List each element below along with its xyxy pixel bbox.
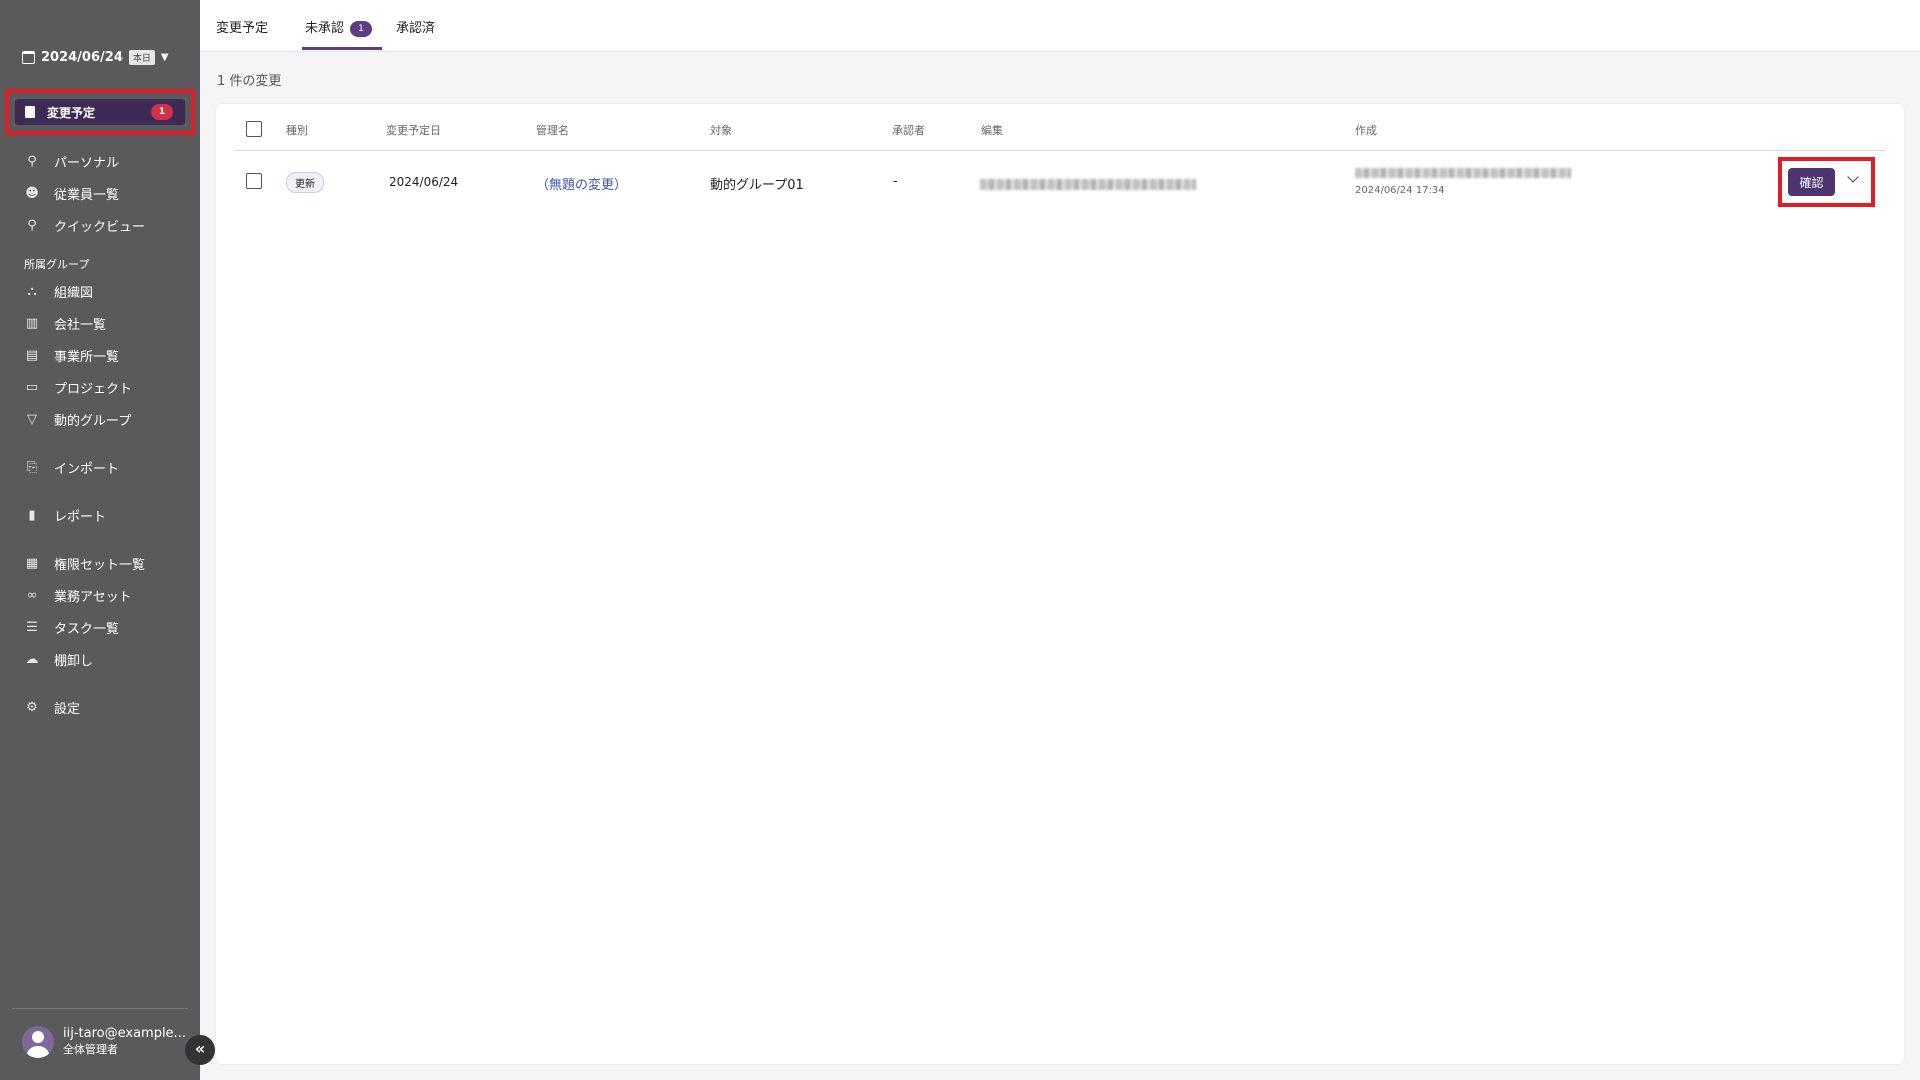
management-name-link[interactable]: （無題の変更） [536,174,627,193]
list-icon: ☰ [26,620,38,635]
user-role: 全体管理者 [63,1043,118,1056]
chevron-down-icon[interactable] [1847,171,1859,183]
sidebar-item-label: 動的グループ [54,414,132,429]
sidebar-item-dynamic-groups[interactable]: ▽ 動的グループ [24,410,131,429]
editor-redacted [980,179,1196,190]
sidebar-item-label: プロジェクト [54,382,133,397]
cell-target: 動的グループ01 [710,178,804,193]
sidebar-item-label: 変更予定 [47,105,96,120]
sidebar-item-business-assets[interactable]: ∞ 業務アセット [24,586,132,605]
tab-label: 変更予定 [216,21,269,36]
tab-label: 承認済 [396,21,436,36]
created-time: 2024/06/24 17:34 [1355,185,1445,196]
confirm-button[interactable]: 確認 [1788,168,1835,196]
sidebar-item-scheduled-changes[interactable]: 変更予定 1 [15,99,185,125]
scheduled-count-badge: 1 [151,104,173,120]
sidebar-item-label: 棚卸し [54,654,94,669]
filter-icon: ▽ [27,412,37,427]
grid-icon: ▦ [25,556,39,571]
sidebar-item-quickview[interactable]: ⚲ クイックビュー [24,216,145,235]
collapse-sidebar-button[interactable]: « [185,1035,215,1065]
header-management-name: 管理名 [536,124,569,137]
sidebar: 2024/06/24 本日 ▼ 変更予定 1 ⚲ パーソナル ☻ 従業員一覧 ⚲… [0,0,200,1080]
header-divider [234,150,1886,151]
changes-table: 種別 変更予定日 管理名 対象 承認者 編集 作成 更新 2024/06/24 … [216,104,1904,1064]
office-icon: ▤ [25,348,39,363]
sidebar-item-permission-sets[interactable]: ▦ 権限セット一覧 [24,554,145,573]
calendar-icon [22,51,35,64]
date-selector[interactable]: 2024/06/24 本日 ▼ [22,50,169,65]
sidebar-item-label: 組織図 [54,286,94,301]
sidebar-item-label: 業務アセット [54,590,132,605]
row-checkbox[interactable] [246,173,262,189]
highlight-box-scheduled: 変更予定 1 [5,89,195,135]
people-icon: ☻ [25,186,39,201]
header-type: 種別 [286,124,308,137]
person-icon: ⚲ [27,154,37,169]
user-info: iij-taro@example... 全体管理者 [63,1026,186,1058]
sidebar-item-reports[interactable]: ▮ レポート [24,506,106,525]
sidebar-item-label: 従業員一覧 [54,188,120,203]
sidebar-item-projects[interactable]: ▭ プロジェクト [24,378,132,397]
import-icon: ⎘ [26,460,38,475]
sidebar-item-label: 会社一覧 [54,318,107,333]
cell-scheduled-date: 2024/06/24 [389,175,459,189]
tab-approved[interactable]: 承認済 [396,17,435,36]
cloud-icon: ☁ [25,652,39,667]
header-target: 対象 [710,124,732,137]
tab-scheduled[interactable]: 変更予定 [216,17,268,36]
section-label-groups: 所属グループ [24,258,90,271]
highlight-box-confirm: 確認 [1778,157,1875,207]
sidebar-item-tasks[interactable]: ☰ タスク一覧 [24,618,119,637]
sidebar-item-offices[interactable]: ▤ 事業所一覧 [24,346,119,365]
user-profile[interactable]: iij-taro@example... 全体管理者 [22,1026,186,1058]
bar-chart-icon: ▮ [28,508,36,523]
header-editor: 編集 [981,124,1003,137]
caret-down-icon: ▼ [160,52,169,63]
org-chart-icon: ⛬ [27,284,37,299]
tab-label: 未承認 [305,21,345,36]
cell-approver: - [893,174,898,189]
gear-icon: ⚙ [26,700,38,715]
sidebar-item-label: 設定 [54,702,81,717]
active-tab-indicator [302,47,382,50]
header-scheduled-date: 変更予定日 [386,124,441,137]
user-email: iij-taro@example... [63,1026,186,1041]
type-badge: 更新 [286,172,324,193]
sidebar-item-label: 権限セット一覧 [54,558,146,573]
sidebar-item-settings[interactable]: ⚙ 設定 [24,698,80,717]
sidebar-item-label: パーソナル [54,156,120,171]
sidebar-item-inventory[interactable]: ☁ 棚卸し [24,650,94,669]
document-icon [25,106,35,118]
sidebar-item-employees[interactable]: ☻ 従業員一覧 [24,184,119,203]
avatar [22,1026,54,1058]
tab-bar: 変更予定 未承認 1 承認済 [200,0,1920,52]
creator-redacted [1355,168,1571,178]
sidebar-item-label: インポート [54,462,120,477]
briefcase-icon: ▭ [25,380,39,395]
tab-unapproved[interactable]: 未承認 1 [305,17,373,37]
sidebar-divider [12,1008,188,1009]
sidebar-item-label: レポート [54,510,107,525]
current-date: 2024/06/24 [41,50,123,65]
sidebar-item-org-chart[interactable]: ⛬ 組織図 [24,282,93,301]
unapproved-count-badge: 1 [350,21,373,37]
building-icon: ▥ [25,316,39,331]
sidebar-item-label: クイックビュー [54,220,146,235]
link-icon: ∞ [26,588,38,603]
sidebar-item-personal[interactable]: ⚲ パーソナル [24,152,119,171]
header-approver: 承認者 [892,124,925,137]
sidebar-item-label: 事業所一覧 [54,350,120,365]
select-all-checkbox[interactable] [246,121,262,137]
sidebar-item-label: タスク一覧 [54,622,120,637]
sidebar-item-import[interactable]: ⎘ インポート [24,458,119,477]
change-count-label: 1 件の変更 [217,74,282,89]
header-creator: 作成 [1355,124,1377,137]
today-badge: 本日 [128,50,155,65]
sidebar-item-companies[interactable]: ▥ 会社一覧 [24,314,106,333]
search-icon: ⚲ [27,218,37,233]
